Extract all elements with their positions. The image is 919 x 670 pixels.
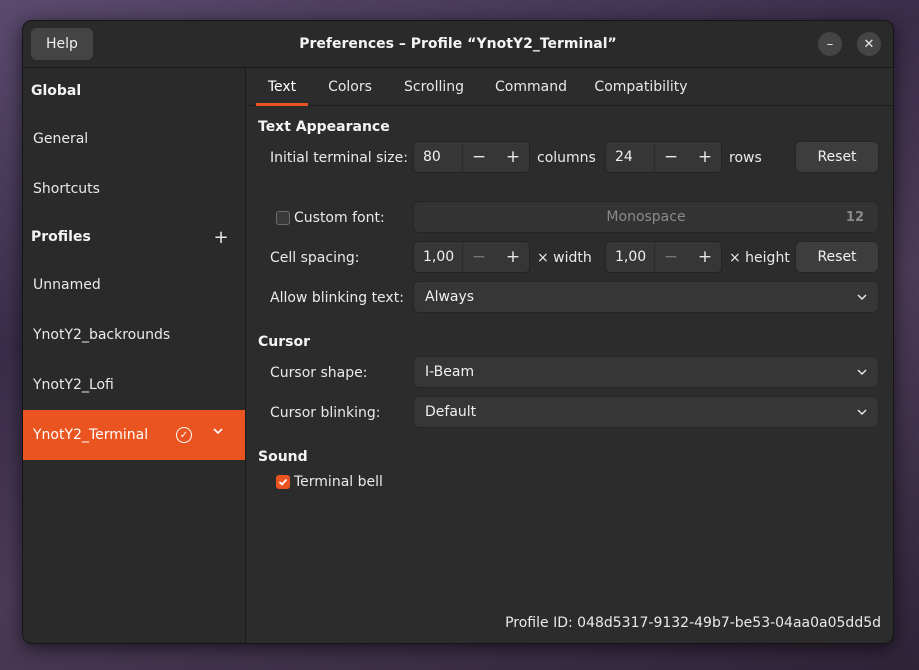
custom-font-label[interactable]: Custom font:	[294, 210, 385, 226]
sidebar-item-label: Shortcuts	[33, 181, 100, 197]
preferences-window: Help Preferences – Profile “YnotY2_Termi…	[22, 20, 894, 644]
tab-text[interactable]: Text	[256, 68, 308, 106]
sidebar-item-shortcuts[interactable]: Shortcuts	[23, 164, 245, 214]
height-label: × height	[729, 250, 790, 266]
chevron-down-icon[interactable]	[211, 424, 225, 438]
cell-spacing-label: Cell spacing:	[270, 250, 360, 266]
rows-label: rows	[729, 150, 762, 166]
cursor-blinking-dropdown[interactable]: Default	[413, 396, 879, 428]
cursor-shape-value: I-Beam	[425, 364, 475, 380]
tab-colors[interactable]: Colors	[318, 68, 382, 105]
sidebar-item-profile-lofi[interactable]: YnotY2_Lofi	[23, 360, 245, 410]
cell-width-increment-button[interactable]: +	[496, 242, 530, 272]
sidebar-item-label: General	[33, 131, 89, 147]
sidebar-item-general[interactable]: General	[23, 114, 245, 164]
font-chooser-button[interactable]: Monospace 12	[413, 201, 879, 233]
cell-height-increment-button[interactable]: +	[688, 242, 722, 272]
blink-text-value: Always	[425, 289, 475, 305]
section-cursor: Cursor	[258, 334, 311, 350]
cell-height-decrement-button[interactable]: −	[654, 242, 688, 272]
check-circle-icon: ✓	[176, 427, 192, 443]
sidebar-item-label: YnotY2_Terminal	[33, 427, 149, 443]
minimize-button[interactable]: –	[818, 32, 842, 56]
rows-spinbutton[interactable]: 24 − +	[605, 141, 722, 173]
close-icon: ✕	[863, 36, 875, 52]
cursor-shape-dropdown[interactable]: I-Beam	[413, 356, 879, 388]
cell-width-decrement-button[interactable]: −	[462, 242, 496, 272]
help-button[interactable]: Help	[31, 28, 93, 60]
chevron-down-icon	[857, 409, 867, 416]
chevron-down-icon	[857, 369, 867, 376]
close-button[interactable]: ✕	[857, 32, 881, 56]
add-profile-button[interactable]: +	[213, 226, 229, 248]
width-label: × width	[537, 250, 592, 266]
main-panel: Text Colors Scrolling Command Compatibil…	[246, 68, 893, 643]
font-name: Monospace	[606, 209, 686, 225]
profile-id-label: Profile ID:	[505, 615, 573, 631]
profile-id: Profile ID: 048d5317-9132-49b7-be53-04aa…	[505, 615, 881, 631]
initial-size-label: Initial terminal size:	[270, 150, 408, 166]
sidebar-header-global: Global	[31, 83, 82, 99]
cell-width-spinbutton[interactable]: 1,00 − +	[413, 241, 530, 273]
columns-spinbutton[interactable]: 80 − +	[413, 141, 530, 173]
profile-id-value: 048d5317-9132-49b7-be53-04aa0a05dd5d	[577, 615, 881, 631]
spacing-reset-button[interactable]: Reset	[795, 241, 879, 273]
terminal-bell-checkbox[interactable]	[276, 475, 290, 489]
cursor-blinking-label: Cursor blinking:	[270, 405, 381, 421]
cursor-shape-label: Cursor shape:	[270, 365, 368, 381]
blink-text-dropdown[interactable]: Always	[413, 281, 879, 313]
blink-text-label: Allow blinking text:	[270, 290, 404, 306]
rows-decrement-button[interactable]: −	[654, 142, 688, 172]
tab-compatibility[interactable]: Compatibility	[586, 68, 696, 105]
section-text-appearance: Text Appearance	[258, 119, 390, 135]
terminal-bell-label[interactable]: Terminal bell	[294, 474, 383, 490]
cell-height-value: 1,00	[615, 249, 647, 265]
columns-increment-button[interactable]: +	[496, 142, 530, 172]
tab-scrolling[interactable]: Scrolling	[392, 68, 476, 105]
cursor-blinking-value: Default	[425, 404, 477, 420]
sidebar-item-profile-unnamed[interactable]: Unnamed	[23, 260, 245, 310]
columns-decrement-button[interactable]: −	[462, 142, 496, 172]
checkmark-icon	[278, 478, 288, 486]
title-bar[interactable]: Help Preferences – Profile “YnotY2_Termi…	[23, 21, 893, 68]
window-title: Preferences – Profile “YnotY2_Terminal”	[299, 36, 617, 52]
sidebar-item-label: Unnamed	[33, 277, 101, 293]
sidebar-item-profile-backrounds[interactable]: YnotY2_backrounds	[23, 310, 245, 360]
columns-label: columns	[537, 150, 596, 166]
rows-increment-button[interactable]: +	[688, 142, 722, 172]
font-size: 12	[845, 209, 864, 225]
cell-height-spinbutton[interactable]: 1,00 − +	[605, 241, 722, 273]
sidebar-item-label: YnotY2_backrounds	[33, 327, 171, 343]
minimize-icon: –	[826, 36, 834, 52]
plus-icon: +	[213, 226, 229, 248]
cell-width-value: 1,00	[423, 249, 455, 265]
columns-value: 80	[423, 149, 441, 165]
custom-font-checkbox[interactable]	[276, 211, 290, 225]
tab-bar: Text Colors Scrolling Command Compatibil…	[246, 68, 893, 106]
sidebar-item-label: YnotY2_Lofi	[33, 377, 114, 393]
size-reset-button[interactable]: Reset	[795, 141, 879, 173]
sidebar: Global General Shortcuts Profiles + Unna…	[23, 68, 246, 643]
sidebar-header-profiles: Profiles	[31, 229, 91, 245]
tab-command[interactable]: Command	[486, 68, 576, 105]
sidebar-item-profile-terminal[interactable]: YnotY2_Terminal ✓	[23, 410, 245, 460]
rows-value: 24	[615, 149, 633, 165]
section-sound: Sound	[258, 449, 308, 465]
chevron-down-icon	[857, 294, 867, 301]
